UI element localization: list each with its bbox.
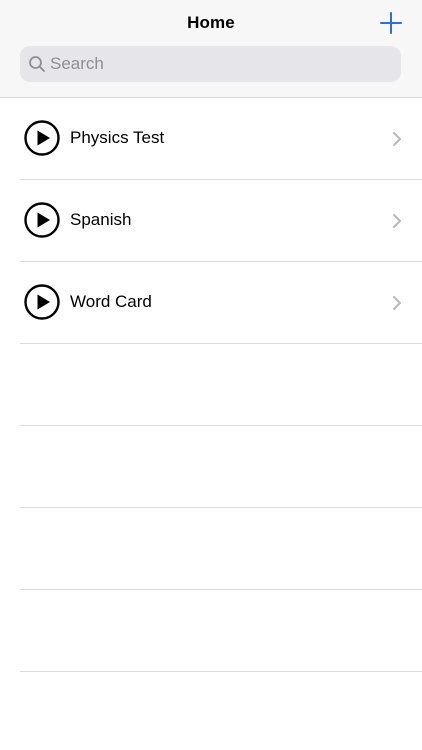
add-button[interactable] (378, 10, 404, 36)
magnifying-glass-icon (29, 56, 45, 72)
play-circle-icon[interactable] (24, 120, 60, 156)
row-separator (20, 671, 422, 672)
chevron-right-icon (393, 296, 401, 310)
home-screen: Home Physics Test (0, 0, 422, 750)
search-bar[interactable] (20, 46, 401, 82)
search-input[interactable] (50, 46, 395, 82)
list-item-label: Word Card (70, 292, 152, 311)
chevron-right-icon (393, 214, 401, 228)
navigation-header: Home (0, 0, 422, 98)
empty-list-row (0, 426, 422, 508)
plus-icon (380, 12, 402, 34)
play-circle-icon[interactable] (24, 202, 60, 238)
empty-list-row (0, 344, 422, 426)
play-circle-icon[interactable] (24, 284, 60, 320)
page-title: Home (187, 13, 235, 32)
list-item[interactable]: Physics Test (0, 98, 422, 180)
item-list: Physics Test Spanish Word Card (0, 98, 422, 672)
list-item-label: Spanish (70, 210, 132, 229)
list-item-label: Physics Test (70, 128, 165, 147)
chevron-right-icon (393, 132, 401, 146)
empty-list-row (0, 590, 422, 672)
list-item[interactable]: Word Card (0, 262, 422, 344)
empty-list-row (0, 508, 422, 590)
list-item[interactable]: Spanish (0, 180, 422, 262)
